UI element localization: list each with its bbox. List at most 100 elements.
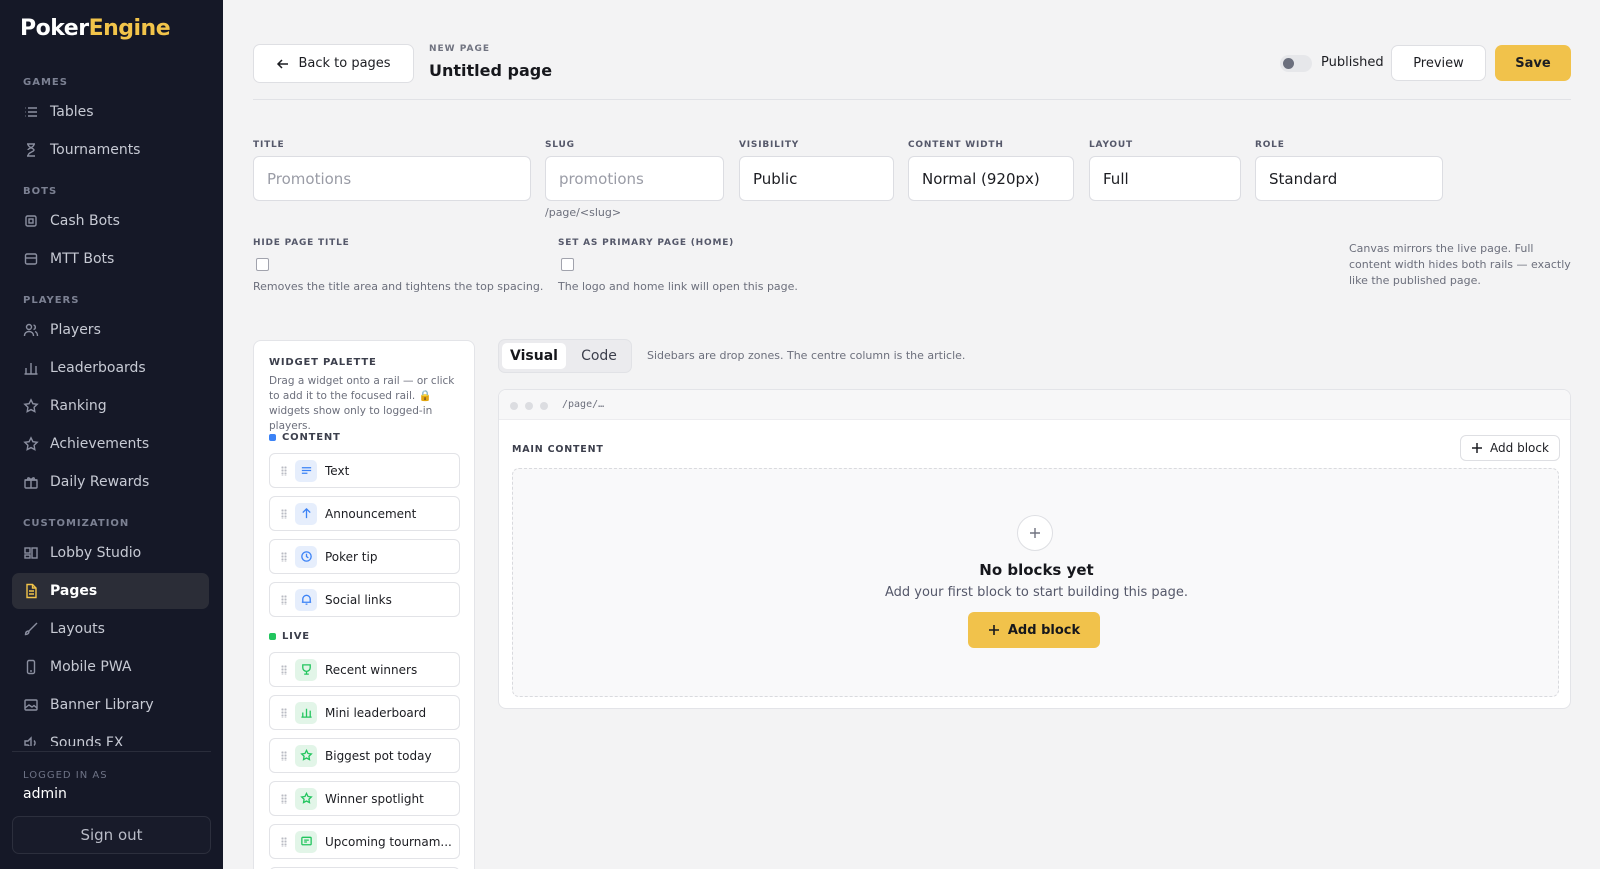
plus-icon [1472,443,1483,453]
category-dot [269,633,276,640]
published-toggle[interactable] [1280,55,1312,72]
primary-page-help: The logo and home link will open this pa… [558,280,798,293]
bar-chart-icon [24,363,38,375]
star-icon [23,436,39,451]
sidebar-item-mtt-bots[interactable]: MTT Bots [12,241,209,277]
drag-handle-icon[interactable] [281,508,287,519]
widget-upcoming-tournaments[interactable]: Upcoming tournam... [269,824,460,859]
cpu-icon [25,215,37,227]
sidebar-item-sounds-fx[interactable]: Sounds FX [12,725,209,746]
widget-mini-leaderboard[interactable]: Mini leaderboard [269,695,460,730]
widget-biggest-pot-today[interactable]: Biggest pot today [269,738,460,773]
logged-in-user: admin [23,786,67,802]
sidebar-item-mobile-pwa[interactable]: Mobile PWA [12,649,209,685]
drag-handle-icon[interactable] [281,594,287,605]
drag-handle-icon[interactable] [281,707,287,718]
drag-handle-icon[interactable] [281,551,287,562]
main-content-label: MAIN CONTENT [512,444,604,455]
add-block-primary-button[interactable]: Add block [968,612,1100,648]
sidebar-item-daily-rewards[interactable]: Daily Rewards [12,464,209,500]
star-icon [295,787,317,810]
page-title: Untitled page [429,61,553,80]
content-width-label: CONTENT WIDTH [908,140,1004,150]
drag-handle-icon[interactable] [281,836,287,847]
canvas-note: Canvas mirrors the live page. Full conte… [1349,242,1571,287]
sidebar-item-banner-library[interactable]: Banner Library [12,687,209,723]
tab-code[interactable]: Code [570,343,628,369]
widget-text[interactable]: Text [269,453,460,488]
arrow-up-icon [295,502,317,525]
widget-announcement[interactable]: Announcement [269,496,460,531]
sidebar-item-leaderboards[interactable]: Leaderboards [12,350,209,386]
message-icon [295,830,317,853]
empty-state-description: Add your first block to start building t… [884,585,1189,600]
sign-out-button[interactable]: Sign out [12,816,211,854]
widget-social-links[interactable]: Social links [269,582,460,617]
content-width-select[interactable]: Normal (920px) [908,156,1074,201]
view-tabs: Visual Code [498,339,632,373]
hide-title-help: Removes the title area and tightens the … [253,280,544,293]
new-page-label: NEW PAGE [429,44,491,54]
preview-button[interactable]: Preview [1391,45,1486,81]
category-content: CONTENT [269,432,341,443]
add-block-button[interactable]: Add block [1460,435,1560,461]
widget-poker-tip[interactable]: Poker tip [269,539,460,574]
sidebar-item-achievements[interactable]: Achievements [12,426,209,462]
widget-winner-spotlight[interactable]: Winner spotlight [269,781,460,816]
sidebar-divider [12,751,211,752]
widget-recent-winners[interactable]: Recent winners [269,652,460,687]
sidebar-item-ranking[interactable]: Ranking [12,388,209,424]
layout-select[interactable]: Full [1089,156,1241,201]
main-content-dropzone[interactable]: No blocks yet Add your first block to st… [512,468,1559,697]
title-input[interactable]: Promotions [253,156,531,201]
tab-visual[interactable]: Visual [502,343,566,369]
canvas-path: /page/… [562,399,605,410]
tabs-hint: Sidebars are drop zones. The centre colu… [647,349,966,362]
back-to-pages-button[interactable]: Back to pages [253,44,414,83]
empty-state-title: No blocks yet [979,561,1094,579]
add-first-block-circle[interactable] [1017,515,1053,551]
sidebar-item-pages[interactable]: Pages [12,573,209,609]
star-icon [295,744,317,767]
sidebar-item-layouts[interactable]: Layouts [12,611,209,647]
published-label: Published [1321,55,1384,70]
phone-icon [26,659,36,675]
hide-title-label: HIDE PAGE TITLE [253,238,350,248]
window-dot [540,402,548,410]
sidebar-item-cash-bots[interactable]: Cash Bots [12,203,209,239]
drag-handle-icon[interactable] [281,465,287,476]
clock-icon [295,545,317,568]
visibility-select[interactable]: Public [739,156,894,201]
sidebar-item-tournaments[interactable]: Tournaments [12,132,209,168]
list-icon [25,107,37,117]
palette-description: Drag a widget onto a rail — or click to … [269,375,455,432]
sidebar-item-players[interactable]: Players [12,312,209,348]
image-icon [24,699,38,711]
category-live: LIVE [269,631,310,642]
slug-label: SLUG [545,140,575,150]
hide-title-checkbox[interactable] [256,258,269,271]
sidebar-item-lobby-studio[interactable]: Lobby Studio [12,535,209,571]
hourglass-icon [27,143,35,157]
drag-handle-icon[interactable] [281,664,287,675]
file-icon [26,583,37,599]
window-dot [510,402,518,410]
save-button[interactable]: Save [1495,45,1571,81]
role-select[interactable]: Standard [1255,156,1443,201]
layout-label: LAYOUT [1089,140,1133,150]
drag-handle-icon[interactable] [281,750,287,761]
primary-page-label: SET AS PRIMARY PAGE (HOME) [558,238,735,248]
primary-page-checkbox[interactable] [561,258,574,271]
trophy-icon [295,658,317,681]
sidebar-item-tables[interactable]: Tables [12,94,209,130]
brand-logo[interactable]: PokerEngine [20,16,171,41]
slug-input[interactable]: promotions [545,156,724,201]
toggle-knob [1283,58,1294,69]
slug-hint: /page/<slug> [545,206,622,219]
section-label-customization: CUSTOMIZATION [23,518,130,529]
visibility-label: VISIBILITY [739,140,800,150]
drag-handle-icon[interactable] [281,793,287,804]
section-label-bots: BOTS [23,186,58,197]
widget-palette: WIDGET PALETTE Drag a widget onto a rail… [253,340,475,869]
page-canvas: /page/… MAIN CONTENT Add block No blocks… [498,389,1571,709]
